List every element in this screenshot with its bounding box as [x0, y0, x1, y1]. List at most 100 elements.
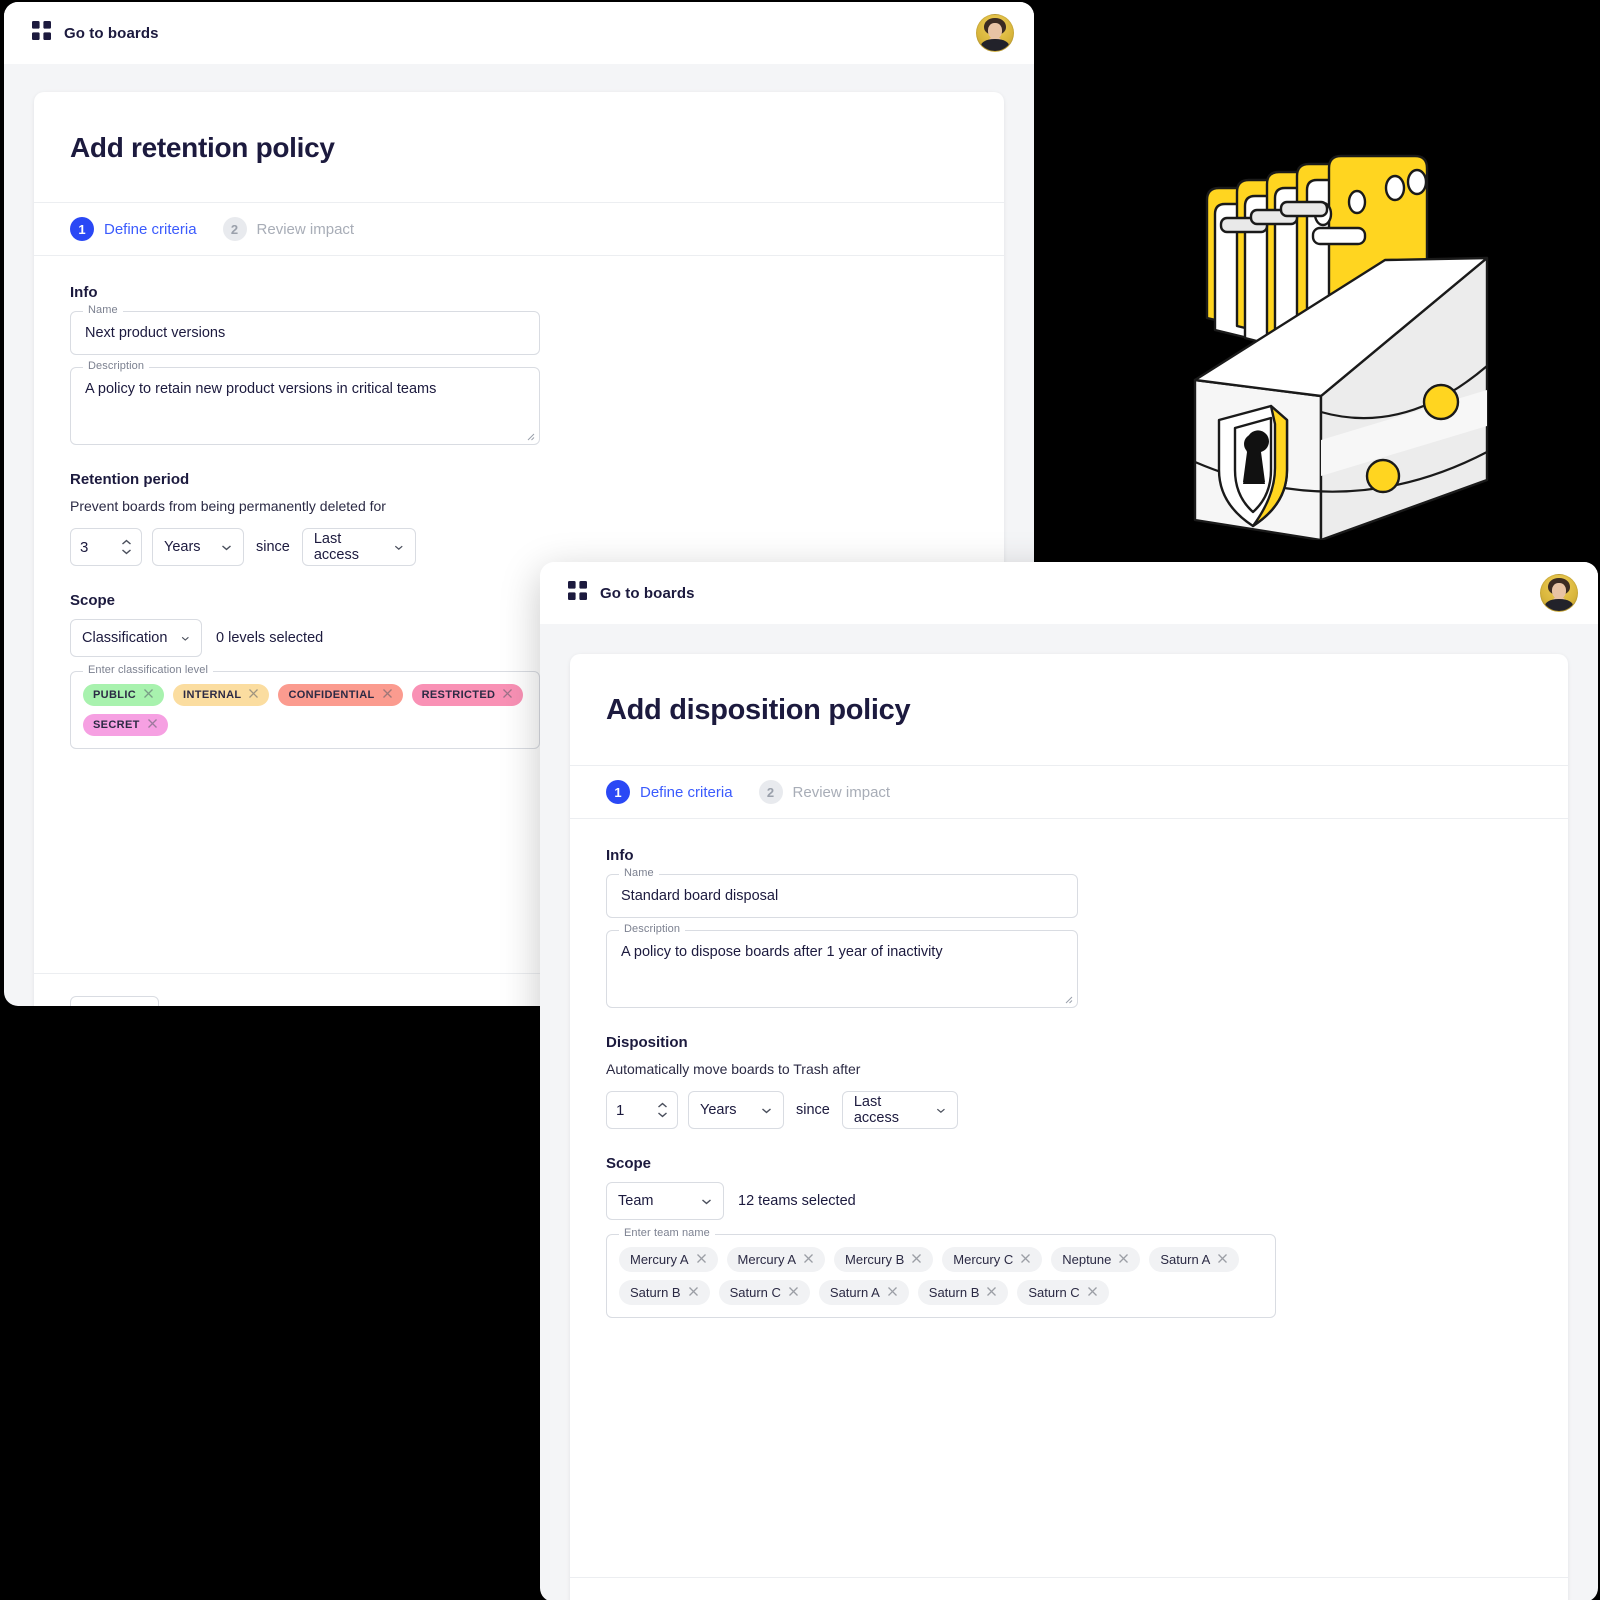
remove-chip-icon[interactable] [1020, 1253, 1031, 1264]
remove-chip-icon[interactable] [1118, 1253, 1129, 1264]
team-chip[interactable]: Saturn B [917, 1280, 1009, 1305]
step-review-impact[interactable]: 2 Review impact [222, 217, 355, 241]
step-label: Review impact [792, 783, 891, 801]
description-textarea[interactable]: A policy to dispose boards after 1 year … [606, 930, 1078, 1008]
retention-anchor-select[interactable]: Last access [301, 528, 416, 566]
description-value: A policy to dispose boards after 1 year … [621, 944, 943, 960]
classification-chip-list[interactable]: PUBLIC INTERNAL CONFIDENTIAL RESTRICTED SECR… [70, 671, 540, 749]
stepper-arrows-icon[interactable] [121, 539, 132, 555]
step-number: 1 [70, 217, 94, 241]
chip-remove[interactable] [1118, 1252, 1129, 1267]
chip-label: Saturn B [630, 1285, 681, 1300]
scope-count: 0 levels selected [216, 630, 323, 646]
step-review-impact[interactable]: 2 Review impact [758, 780, 891, 804]
since-label: since [796, 1102, 830, 1118]
retention-unit-select[interactable]: Years [152, 528, 244, 566]
scope-type-select[interactable]: Classification [70, 619, 202, 657]
retention-amount-stepper[interactable]: 3 [70, 528, 142, 566]
chip-remove[interactable] [1020, 1252, 1031, 1267]
chip-remove[interactable] [143, 688, 154, 702]
team-chip[interactable]: Saturn A [1149, 1247, 1240, 1272]
remove-chip-icon[interactable] [502, 688, 513, 699]
step-define-criteria[interactable]: 1 Define criteria [606, 780, 733, 804]
remove-chip-icon[interactable] [887, 1286, 898, 1297]
team-chip[interactable]: Mercury A [726, 1247, 826, 1272]
chip-label: INTERNAL [183, 689, 242, 701]
team-chip[interactable]: Saturn C [718, 1280, 810, 1305]
remove-chip-icon[interactable] [986, 1286, 997, 1297]
step-define-criteria[interactable]: 1 Define criteria [70, 217, 197, 241]
scope-count: 12 teams selected [738, 1193, 856, 1209]
remove-chip-icon[interactable] [911, 1253, 922, 1264]
chip-label: Saturn A [1160, 1252, 1211, 1267]
chip-remove[interactable] [1217, 1252, 1228, 1267]
step-label: Review impact [256, 220, 355, 238]
remove-chip-icon[interactable] [147, 718, 158, 729]
chip-remove[interactable] [986, 1285, 997, 1300]
description-field: Description A policy to retain new produ… [70, 360, 540, 445]
remove-chip-icon[interactable] [696, 1253, 707, 1264]
remove-chip-icon[interactable] [143, 688, 154, 699]
step-number: 2 [758, 780, 783, 804]
disposition-unit-select[interactable]: Years [688, 1091, 784, 1129]
name-input[interactable]: Standard board disposal [606, 874, 1078, 918]
chip-label: Saturn C [729, 1285, 781, 1300]
chip-remove[interactable] [502, 688, 513, 702]
remove-chip-icon[interactable] [803, 1253, 814, 1264]
stepper-arrows-icon[interactable] [657, 1102, 668, 1118]
team-chip[interactable]: Saturn A [818, 1280, 909, 1305]
resize-grip-icon[interactable] [525, 431, 535, 441]
chip-remove[interactable] [803, 1252, 814, 1267]
classification-chip[interactable]: PUBLIC [83, 684, 165, 706]
go-to-boards-button[interactable]: Go to boards [32, 21, 159, 45]
classification-chip[interactable]: SECRET [83, 714, 168, 736]
chip-label: Mercury C [953, 1252, 1014, 1267]
disposition-policy-card: Add disposition policy 1 Define criteria… [570, 654, 1568, 1600]
remove-chip-icon[interactable] [688, 1286, 699, 1297]
team-chip-list[interactable]: Mercury A Mercury A Mercury B Mercury C Nept… [606, 1234, 1276, 1318]
chip-remove[interactable] [382, 688, 393, 702]
team-chips-field: Enter team name Mercury A Mercury A Mercur… [606, 1227, 1276, 1318]
chip-label: Mercury A [630, 1252, 689, 1267]
name-input[interactable]: Next product versions [70, 311, 540, 355]
name-field: Name Next product versions [70, 304, 540, 355]
chip-remove[interactable] [911, 1252, 922, 1267]
go-to-boards-label: Go to boards [600, 584, 695, 602]
chip-remove[interactable] [248, 688, 259, 702]
chevron-down-icon [395, 545, 403, 550]
avatar[interactable] [1540, 574, 1578, 612]
team-chip[interactable]: Mercury A [619, 1247, 718, 1272]
disposition-amount-stepper[interactable]: 1 [606, 1091, 678, 1129]
remove-chip-icon[interactable] [248, 688, 259, 699]
cancel-button[interactable]: Cancel [70, 996, 159, 1006]
description-textarea[interactable]: A policy to retain new product versions … [70, 367, 540, 445]
step-number: 2 [222, 217, 247, 241]
go-to-boards-button[interactable]: Go to boards [568, 581, 695, 605]
step-label: Define criteria [640, 783, 733, 801]
classification-chip[interactable]: RESTRICTED [411, 684, 524, 706]
team-chip[interactable]: Saturn C [1017, 1280, 1109, 1305]
scope-type-select[interactable]: Team [606, 1182, 724, 1220]
chip-remove[interactable] [147, 718, 158, 732]
remove-chip-icon[interactable] [788, 1286, 799, 1297]
classification-chip[interactable]: CONFIDENTIAL [278, 684, 403, 706]
team-chip[interactable]: Neptune [1051, 1247, 1141, 1272]
disposition-anchor-select[interactable]: Last access [841, 1091, 958, 1129]
chip-label: RESTRICTED [421, 689, 496, 701]
remove-chip-icon[interactable] [1087, 1286, 1098, 1297]
chip-remove[interactable] [688, 1285, 699, 1300]
card-body: Info Name Standard board disposal Descri… [570, 819, 1568, 1577]
chip-remove[interactable] [887, 1285, 898, 1300]
team-chip[interactable]: Mercury C [942, 1247, 1043, 1272]
remove-chip-icon[interactable] [1217, 1253, 1228, 1264]
chip-remove[interactable] [788, 1285, 799, 1300]
remove-chip-icon[interactable] [382, 688, 393, 699]
chip-remove[interactable] [696, 1252, 707, 1267]
resize-grip-icon[interactable] [1063, 994, 1073, 1004]
chip-label: Saturn C [1028, 1285, 1080, 1300]
chip-remove[interactable] [1087, 1285, 1098, 1300]
avatar[interactable] [976, 14, 1014, 52]
team-chip[interactable]: Mercury B [834, 1247, 934, 1272]
classification-chip[interactable]: INTERNAL [173, 684, 270, 706]
team-chip[interactable]: Saturn B [619, 1280, 710, 1305]
